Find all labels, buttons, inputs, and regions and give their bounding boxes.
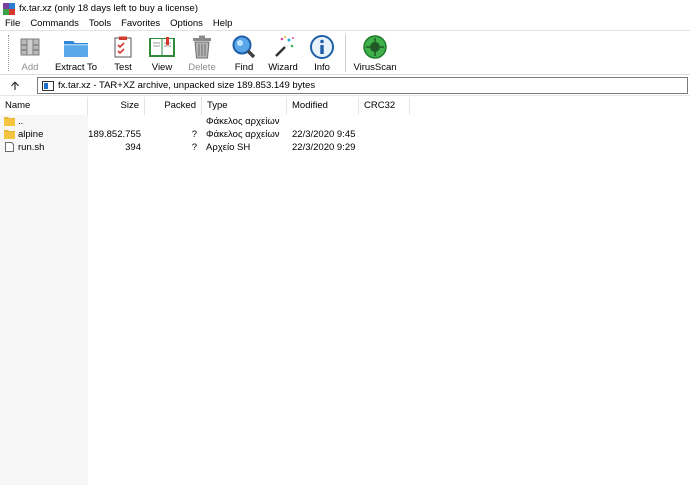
file-row[interactable]: run.sh 394 ? Αρχείο SH 22/3/2020 9:29 ..… [0, 141, 360, 154]
info-button[interactable]: Info [307, 31, 337, 73]
file-modified: 22/3/2020 9:29 ... [292, 142, 359, 153]
file-type: Φάκελος αρχείων [206, 129, 280, 140]
find-label: Find [234, 62, 254, 73]
file-size: 189.852.755 [88, 129, 141, 140]
column-header-size[interactable]: Size [88, 97, 145, 115]
column-header-type[interactable]: Type [202, 97, 287, 115]
window-title: fx.tar.xz (only 18 days left to buy a li… [19, 3, 199, 14]
archive-info-text: fx.tar.xz - TAR+XZ archive, unpacked siz… [58, 80, 316, 91]
extract-to-label: Extract To [54, 62, 98, 73]
add-label: Add [21, 62, 39, 73]
arrow-up-icon [11, 81, 19, 90]
menu-file[interactable]: File [0, 18, 25, 30]
address-bar: fx.tar.xz - TAR+XZ archive, unpacked siz… [0, 76, 690, 96]
folder-icon [4, 130, 15, 139]
file-name: run.sh [18, 142, 45, 153]
wizard-label: Wizard [268, 62, 298, 73]
column-header-crc32[interactable]: CRC32 [359, 97, 410, 115]
toolbar-separator [345, 34, 346, 72]
up-one-level-button[interactable] [0, 76, 30, 96]
menu-tools[interactable]: Tools [84, 18, 116, 30]
file-list[interactable]: Name Size Packed Type Modified CRC32 .. … [0, 97, 690, 485]
virusscan-label: VirusScan [353, 62, 397, 73]
info-icon [308, 34, 336, 60]
file-name: alpine [18, 129, 44, 140]
delete-button[interactable]: Delete [185, 31, 219, 73]
file-row[interactable]: alpine 189.852.755 ? Φάκελος αρχείων 22/… [0, 128, 360, 141]
file-modified: 22/3/2020 9:45 ... [292, 129, 359, 140]
menu-help[interactable]: Help [208, 18, 238, 30]
file-size: 394 [125, 142, 141, 153]
info-label: Info [314, 62, 330, 73]
archive-icon [42, 80, 54, 91]
find-button[interactable]: Find [229, 31, 259, 73]
wizard-button[interactable]: Wizard [267, 31, 299, 73]
column-header-row: Name Size Packed Type Modified CRC32 [0, 97, 690, 115]
file-packed: ? [191, 129, 197, 140]
test-label: Test [114, 62, 132, 73]
add-button[interactable]: Add [17, 31, 43, 73]
extract-to-button[interactable]: Extract To [53, 31, 99, 73]
folder-extract-icon [62, 34, 90, 60]
book-view-icon [148, 34, 176, 60]
test-button[interactable]: Test [107, 31, 139, 73]
trash-icon [188, 34, 216, 60]
magnifier-icon [230, 34, 258, 60]
file-name: .. [18, 116, 24, 127]
column-header-modified[interactable]: Modified [287, 97, 359, 115]
file-packed [145, 115, 197, 128]
add-archive-icon [16, 34, 44, 60]
magic-wand-icon [269, 34, 297, 60]
virus-scan-icon [361, 34, 389, 60]
column-header-packed[interactable]: Packed [145, 97, 202, 115]
file-icon [5, 142, 14, 152]
column-header-name[interactable]: Name [0, 97, 88, 115]
menu-bar: File Commands Tools Favorites Options He… [0, 17, 690, 31]
archive-path-field[interactable]: fx.tar.xz - TAR+XZ archive, unpacked siz… [37, 77, 688, 94]
file-type: Φάκελος αρχείων [206, 116, 280, 127]
toolbar: Add Extract To Test View Delete Find Wiz… [0, 31, 690, 75]
folder-icon [4, 117, 15, 126]
view-button[interactable]: View [145, 31, 179, 73]
toolbar-grip[interactable] [8, 35, 11, 71]
menu-options[interactable]: Options [165, 18, 208, 30]
file-type: Αρχείο SH [206, 142, 251, 153]
file-modified [292, 115, 359, 128]
virusscan-button[interactable]: VirusScan [353, 31, 397, 73]
file-size [88, 115, 141, 128]
name-column-shade [0, 115, 88, 485]
title-bar: fx.tar.xz (only 18 days left to buy a li… [0, 0, 690, 17]
winrar-app-icon [3, 2, 15, 15]
delete-label: Delete [188, 62, 216, 73]
view-label: View [151, 62, 173, 73]
menu-favorites[interactable]: Favorites [116, 18, 165, 30]
file-packed: ? [191, 142, 197, 153]
file-row[interactable]: .. Φάκελος αρχείων [0, 115, 360, 128]
test-clipboard-icon [109, 34, 137, 60]
menu-commands[interactable]: Commands [25, 18, 84, 30]
